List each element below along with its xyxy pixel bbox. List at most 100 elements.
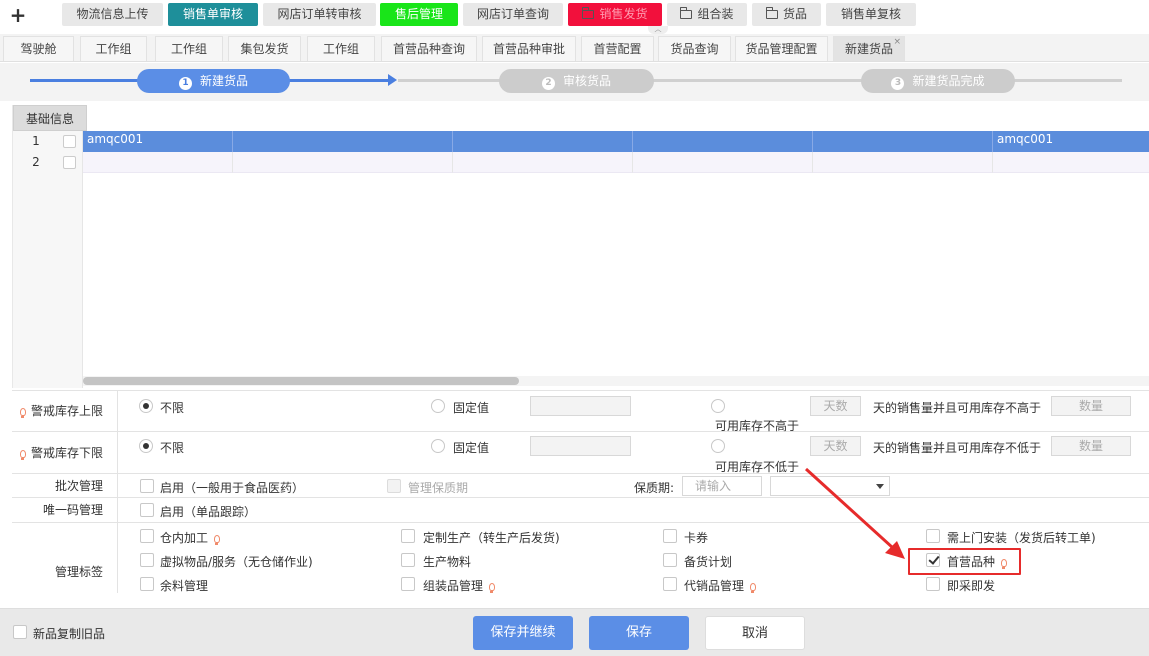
close-tab-icon[interactable]: × <box>893 36 901 48</box>
tab-first-variety-query[interactable]: 首营品种查询 <box>381 36 477 61</box>
tab-first-config[interactable]: 首营配置 <box>581 36 654 61</box>
table-cell[interactable] <box>993 152 1149 173</box>
shelf-life-checkbox[interactable] <box>387 479 401 493</box>
hint-bulb-icon[interactable] <box>750 583 757 593</box>
tag-checkbox[interactable] <box>663 553 677 567</box>
table-cell[interactable] <box>453 131 633 152</box>
menu-item-sales-review[interactable]: 销售单审核 <box>168 3 258 26</box>
lower-limit-row: 警戒库存下限 不限 固定值 可用库存不低于 天数 天的销售量并且可用库存不低于 … <box>12 432 1149 474</box>
upper-quantity-input[interactable]: 数量 <box>1051 396 1131 416</box>
tab-goods-manage-config[interactable]: 货品管理配置 <box>735 36 828 61</box>
tab-label: 集包发货 <box>240 42 289 56</box>
tag-checkbox[interactable] <box>140 553 154 567</box>
tag-label: 备货计划 <box>684 555 733 569</box>
lower-available-radio[interactable] <box>711 439 725 453</box>
tag-checkbox[interactable] <box>401 529 415 543</box>
lower-fixed-radio[interactable] <box>431 439 445 453</box>
save-button[interactable]: 保存 <box>589 616 689 650</box>
hint-bulb-icon[interactable] <box>489 583 496 593</box>
upper-fixed-radio[interactable] <box>431 399 445 413</box>
table-cell[interactable] <box>633 152 813 173</box>
menu-item-logistics-upload[interactable]: 物流信息上传 <box>62 3 163 26</box>
lower-available-label: 可用库存不低于 <box>715 460 800 474</box>
table-cell[interactable]: amqc001 <box>83 131 233 152</box>
shelf-life-input[interactable]: 请输入 <box>682 476 762 496</box>
shelf-life-period-label: 保质期: <box>634 481 675 495</box>
table-cell[interactable] <box>633 131 813 152</box>
table-cell[interactable]: amqc001 <box>993 131 1149 152</box>
shelf-life-unit-select[interactable] <box>770 476 890 496</box>
tab-pack-shipping[interactable]: 集包发货 <box>228 36 301 61</box>
step-number: 1 <box>178 77 192 90</box>
hint-bulb-icon[interactable] <box>19 450 26 460</box>
table-cell[interactable] <box>453 152 633 173</box>
tag-checkbox[interactable] <box>401 553 415 567</box>
tab-goods-query[interactable]: 货品查询 <box>658 36 731 61</box>
upper-unlimited-radio[interactable] <box>139 399 153 413</box>
tag-checkbox[interactable] <box>926 529 940 543</box>
menu-item-sales-shipping[interactable]: 销售发货 <box>568 3 662 26</box>
table-cell[interactable] <box>233 152 453 173</box>
row-checkbox[interactable] <box>63 156 76 169</box>
menu-item-after-sales[interactable]: 售后管理 <box>380 3 458 26</box>
tag-checkbox[interactable] <box>140 529 154 543</box>
unique-enable-checkbox[interactable] <box>140 503 154 517</box>
tag-checkbox[interactable] <box>401 577 415 591</box>
copy-old-checkbox[interactable] <box>13 625 27 639</box>
field-label: 警戒库存上限 <box>30 404 103 418</box>
field-label: 警戒库存下限 <box>30 446 103 460</box>
tab-workgroup-2[interactable]: 工作组 <box>155 36 223 61</box>
tag-label: 定制生产（转生产后发货) <box>423 531 560 545</box>
row-number: 2 <box>13 152 59 173</box>
upper-available-radio[interactable] <box>711 399 725 413</box>
lower-fixed-input[interactable] <box>530 436 631 456</box>
tag-checkbox[interactable] <box>663 577 677 591</box>
step-label: 审核货品 <box>562 74 611 88</box>
tags-label: 管理标签 <box>12 523 118 593</box>
cancel-button[interactable]: 取消 <box>705 616 805 650</box>
table-cell[interactable] <box>813 131 993 152</box>
menu-item-bundle[interactable]: 组合装 <box>667 3 747 26</box>
table-cell[interactable] <box>813 152 993 173</box>
menu-item-online-order-query[interactable]: 网店订单查询 <box>463 3 563 26</box>
tab-workgroup-1[interactable]: 工作组 <box>80 36 147 61</box>
tag-checkbox[interactable] <box>663 529 677 543</box>
menu-item-label: 货品 <box>782 7 807 21</box>
hint-bulb-icon[interactable] <box>19 408 26 418</box>
upper-fixed-input[interactable] <box>530 396 631 416</box>
table-row[interactable]: 1 amqc001 amqc001 <box>13 131 1149 152</box>
batch-enable-checkbox[interactable] <box>140 479 154 493</box>
upper-condition-text: 天的销售量并且可用库存不高于 <box>873 401 1042 415</box>
menu-item-label: 组合装 <box>697 7 734 21</box>
lower-unlimited-radio[interactable] <box>139 439 153 453</box>
tab-label: 货品查询 <box>670 42 719 56</box>
tab-label: 首营配置 <box>593 42 642 56</box>
upper-limit-label: 警戒库存上限 <box>12 391 118 432</box>
menu-item-sales-recheck[interactable]: 销售单复核 <box>826 3 916 26</box>
tab-cockpit[interactable]: 驾驶舱 <box>3 36 74 61</box>
add-tab-icon[interactable]: + <box>9 4 27 26</box>
tag-checkbox[interactable] <box>926 577 940 591</box>
tab-new-goods[interactable]: 新建货品 × <box>833 36 905 61</box>
step-number: 3 <box>891 77 905 90</box>
tab-workgroup-3[interactable]: 工作组 <box>307 36 375 61</box>
table-row[interactable]: 2 <box>13 152 1149 173</box>
row-checkbox[interactable] <box>63 135 76 148</box>
collapse-menu-toggle[interactable]: ︿ <box>648 26 668 34</box>
upper-days-input[interactable]: 天数 <box>810 396 861 416</box>
save-and-continue-button[interactable]: 保存并继续 <box>473 616 573 650</box>
table-cell[interactable] <box>83 152 233 173</box>
tab-basic-info[interactable]: 基础信息 <box>13 105 87 131</box>
tab-first-variety-approval[interactable]: 首营品种审批 <box>482 36 576 61</box>
scrollbar-thumb[interactable] <box>83 377 519 385</box>
menu-item-goods[interactable]: 货品 <box>752 3 821 26</box>
tag-checkbox[interactable] <box>140 577 154 591</box>
lower-quantity-input[interactable]: 数量 <box>1051 436 1131 456</box>
row-number: 1 <box>13 131 59 152</box>
step-label: 新建货品完成 <box>912 74 985 88</box>
table-cell[interactable] <box>233 131 453 152</box>
lower-days-input[interactable]: 天数 <box>810 436 861 456</box>
hint-bulb-icon[interactable] <box>214 535 221 545</box>
menu-item-label: 销售单复核 <box>840 7 901 21</box>
menu-item-online-order-review[interactable]: 网店订单转审核 <box>263 3 376 26</box>
